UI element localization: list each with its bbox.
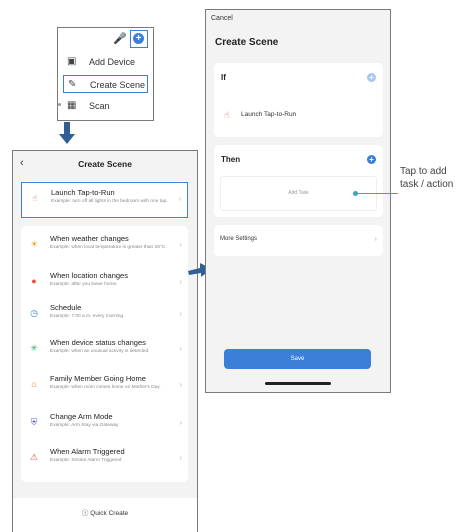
option-desc: Example: Arm Stay via Gateway bbox=[50, 423, 119, 428]
quick-create-label: Quick Create bbox=[90, 510, 129, 517]
option-title: When weather changes bbox=[50, 234, 129, 243]
quick-create-button[interactable]: ⓘ Quick Create bbox=[13, 507, 197, 517]
create-scene-screen: ‹ Create Scene ☝ Launch Tap-to-Run Examp… bbox=[12, 150, 198, 532]
arrow-down-icon bbox=[59, 122, 75, 144]
more-settings-label: More Settings bbox=[220, 236, 258, 242]
if-label: If bbox=[221, 73, 226, 82]
create-scene-icon: ✎ bbox=[68, 79, 77, 90]
add-menu-popup: 🎤 + ▣ Add Device ✎ Create Scene ▦ Scan bbox=[57, 27, 154, 121]
menu-item-label: Scan bbox=[89, 101, 110, 111]
location-icon: ● bbox=[31, 276, 37, 286]
option-title: Change Arm Mode bbox=[50, 412, 113, 421]
option-title: When Alarm Triggered bbox=[50, 447, 125, 456]
page-title: Create Scene bbox=[78, 159, 132, 169]
scene-editor-screen: Cancel Create Scene If + ☝ Launch Tap-to… bbox=[205, 9, 391, 393]
chevron-right-icon: › bbox=[179, 453, 182, 462]
scene-options-list: ☀ When weather changes Example: when loc… bbox=[21, 226, 188, 482]
quick-create-icon: ⓘ bbox=[81, 510, 89, 517]
callout-dot bbox=[353, 191, 358, 196]
option-desc: Example: when local temperature is great… bbox=[50, 245, 167, 250]
popup-topbar: 🎤 + bbox=[58, 28, 153, 50]
option-desc: Example: 7:00 a.m. every morning. bbox=[50, 314, 125, 319]
option-desc: Example: when mom comes home on Mother's… bbox=[50, 385, 161, 390]
option-title: Schedule bbox=[50, 303, 82, 312]
option-location[interactable]: ● When location changes Example: after y… bbox=[21, 266, 188, 300]
chevron-right-icon: › bbox=[179, 344, 182, 353]
add-button[interactable]: + bbox=[130, 30, 148, 48]
chevron-right-icon: › bbox=[179, 309, 182, 318]
tap-icon: ☝ bbox=[224, 110, 230, 120]
option-title: Family Member Going Home bbox=[50, 374, 146, 383]
more-settings-row[interactable]: More Settings › bbox=[214, 225, 383, 256]
cancel-button[interactable]: Cancel bbox=[211, 15, 233, 22]
scan-icon: ▦ bbox=[67, 100, 77, 111]
divider-dot bbox=[58, 103, 61, 106]
screen-header: ‹ Create Scene bbox=[13, 151, 197, 179]
home-icon: ⌂ bbox=[31, 379, 37, 389]
callout-line bbox=[356, 193, 398, 194]
chevron-right-icon: › bbox=[179, 277, 182, 286]
if-section: If + ☝ Launch Tap-to-Run bbox=[214, 63, 383, 137]
option-title: Launch Tap-to-Run bbox=[51, 188, 115, 197]
scene-option-card: ☝ Launch Tap-to-Run Example: turn off al… bbox=[21, 181, 188, 219]
option-desc: Example: turn off all lights in the bedr… bbox=[51, 199, 168, 204]
add-device-icon: ▣ bbox=[67, 56, 77, 67]
option-title: When location changes bbox=[50, 271, 128, 280]
then-label: Then bbox=[221, 155, 241, 164]
if-task-label[interactable]: Launch Tap-to-Run bbox=[241, 111, 296, 118]
shield-icon: ⛨ bbox=[30, 417, 38, 427]
menu-item-create-scene[interactable]: ✎ Create Scene bbox=[63, 75, 148, 93]
chevron-right-icon: › bbox=[178, 194, 181, 203]
chevron-right-icon: › bbox=[374, 234, 377, 243]
home-indicator bbox=[265, 382, 331, 385]
option-schedule[interactable]: ◷ Schedule Example: 7:00 a.m. every morn… bbox=[21, 298, 188, 332]
option-desc: Example: Smoke Alarm Triggered bbox=[50, 458, 122, 463]
tap-icon: ☝ bbox=[32, 193, 38, 203]
plus-icon: + bbox=[133, 33, 144, 44]
microphone-icon[interactable]: 🎤 bbox=[113, 32, 127, 45]
device-status-icon: ✳ bbox=[30, 343, 38, 353]
option-desc: Example: after you leave home. bbox=[50, 282, 118, 287]
option-title: When device status changes bbox=[50, 338, 146, 347]
page-title: Create Scene bbox=[215, 37, 279, 48]
menu-item-label: Add Device bbox=[89, 57, 136, 67]
callout-text: Tap to add task / action bbox=[400, 166, 454, 190]
save-button[interactable]: Save bbox=[224, 349, 371, 369]
option-family-member[interactable]: ⌂ Family Member Going Home Example: when… bbox=[21, 369, 188, 403]
option-desc: Example: when an unusual activity is det… bbox=[50, 349, 150, 354]
chevron-right-icon: › bbox=[179, 240, 182, 249]
chevron-right-icon: › bbox=[179, 380, 182, 389]
clock-icon: ◷ bbox=[30, 308, 38, 318]
add-condition-button[interactable]: + bbox=[367, 73, 376, 82]
add-action-button[interactable]: + bbox=[367, 155, 376, 164]
bottom-bar: ⓘ Quick Create bbox=[13, 498, 197, 532]
option-arm-mode[interactable]: ⛨ Change Arm Mode Example: Arm Stay via … bbox=[21, 407, 188, 441]
chevron-right-icon: › bbox=[179, 418, 182, 427]
menu-item-add-device[interactable]: ▣ Add Device bbox=[63, 53, 148, 71]
option-weather[interactable]: ☀ When weather changes Example: when loc… bbox=[21, 229, 188, 263]
option-alarm-triggered[interactable]: ⚠ When Alarm Triggered Example: Smoke Al… bbox=[21, 442, 188, 476]
menu-item-scan[interactable]: ▦ Scan bbox=[63, 97, 148, 115]
alarm-icon: ⚠ bbox=[29, 452, 39, 462]
option-device-status[interactable]: ✳ When device status changes Example: wh… bbox=[21, 333, 188, 367]
option-launch-tap-to-run[interactable]: ☝ Launch Tap-to-Run Example: turn off al… bbox=[21, 182, 188, 218]
sun-icon: ☀ bbox=[29, 239, 39, 249]
menu-item-label: Create Scene bbox=[90, 80, 146, 90]
then-section: Then + Add Task bbox=[214, 145, 383, 217]
